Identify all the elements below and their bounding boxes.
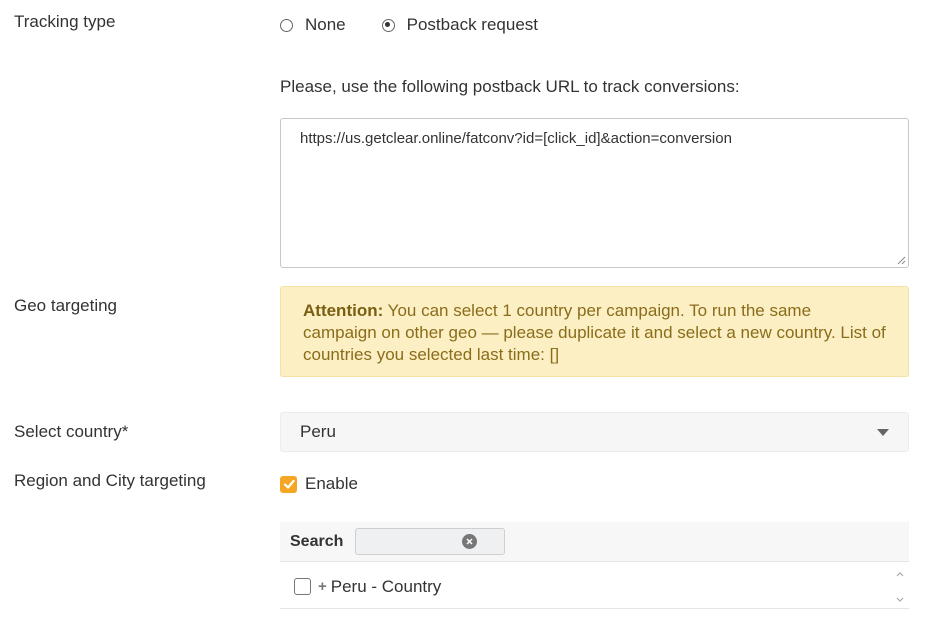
campaign-settings-form: Tracking type None Postback request Plea… — [0, 0, 937, 638]
tree-item-label[interactable]: Peru - Country — [331, 577, 442, 597]
attention-title: Attention: — [303, 301, 384, 320]
chevron-down-icon[interactable] — [877, 428, 889, 436]
radio-postback-circle-icon[interactable] — [381, 18, 395, 32]
region-search-input[interactable] — [355, 528, 506, 555]
enable-checkbox[interactable] — [280, 475, 297, 493]
plus-icon[interactable]: + — [318, 578, 327, 595]
scroll-up-icon — [896, 572, 904, 577]
region-city-targeting-label: Region and City targeting — [14, 471, 206, 490]
tree-item-peru-country[interactable]: + Peru - Country — [280, 565, 909, 609]
scroll-arrows[interactable] — [893, 566, 907, 608]
tracking-type-label: Tracking type — [14, 12, 116, 31]
checkmark-icon — [283, 479, 295, 489]
country-select[interactable]: Peru — [280, 412, 909, 452]
enable-checkbox-row[interactable]: Enable — [280, 474, 358, 494]
attention-message: You can select 1 country per campaign. T… — [303, 301, 886, 364]
radio-postback-request[interactable]: Postback request — [381, 15, 538, 35]
postback-instruction: Please, use the following postback URL t… — [280, 77, 740, 96]
geo-targeting-label: Geo targeting — [14, 296, 118, 315]
tree-item-checkbox[interactable] — [294, 578, 311, 595]
postback-url-text[interactable]: https://us.getclear.online/fatconv?id=[c… — [300, 130, 732, 147]
enable-label[interactable]: Enable — [305, 474, 358, 494]
postback-url-textarea[interactable]: https://us.getclear.online/fatconv?id=[c… — [280, 118, 909, 268]
radio-none[interactable]: None — [280, 15, 346, 35]
radio-none-label[interactable]: None — [305, 15, 346, 35]
scroll-down-icon — [896, 597, 904, 602]
radio-none-circle-icon[interactable] — [280, 18, 293, 32]
radio-postback-label[interactable]: Postback request — [407, 15, 538, 35]
attention-alert: Attention: You can select 1 country per … — [280, 286, 909, 377]
clear-icon[interactable] — [462, 534, 478, 549]
resize-grip-icon[interactable] — [896, 255, 906, 265]
select-country-label: Select country* — [14, 422, 129, 441]
search-label: Search — [290, 532, 344, 550]
country-select-value[interactable]: Peru — [300, 422, 336, 442]
tracking-type-radio-group: None Postback request — [280, 15, 574, 35]
region-search-bar: Search — [280, 522, 909, 562]
